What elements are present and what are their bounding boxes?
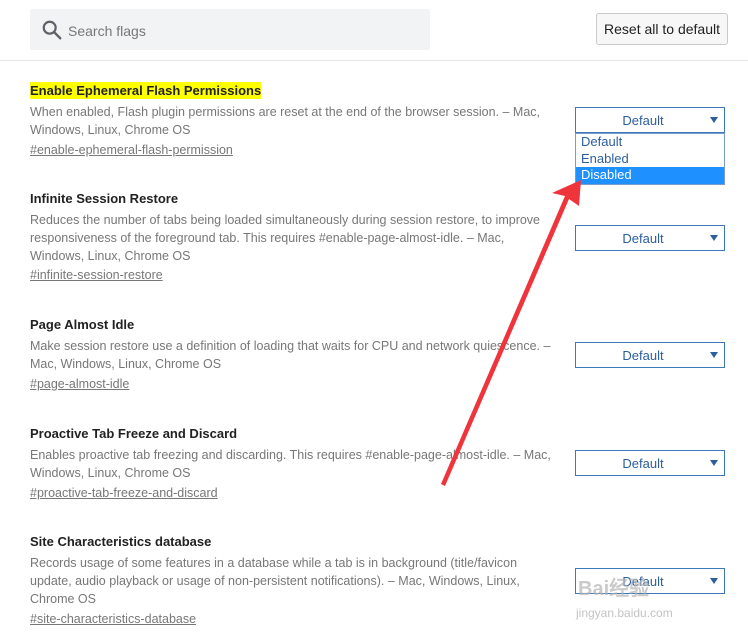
annotation-arrow-shape [441,180,581,486]
watermark-url: jingyan.baidu.com [576,606,673,620]
annotation-arrow [441,180,581,486]
watermark-logo: Bai经验 [578,578,650,600]
